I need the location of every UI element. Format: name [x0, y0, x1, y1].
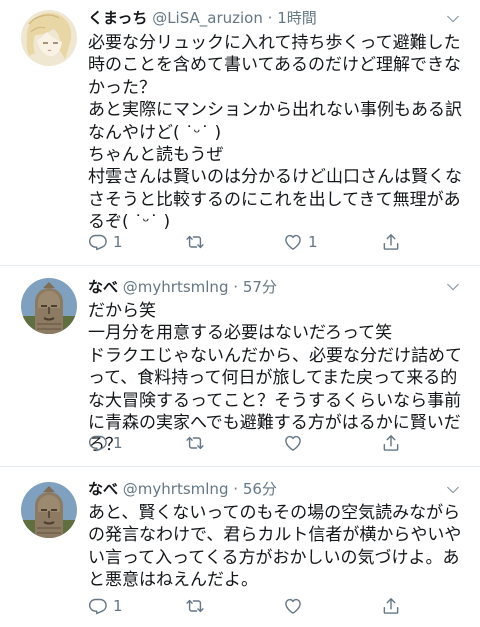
chevron-down-icon[interactable] — [444, 10, 462, 28]
like-icon — [283, 433, 303, 453]
reply-button[interactable]: 1 — [88, 229, 123, 255]
share-button[interactable] — [381, 229, 401, 255]
timestamp[interactable]: 1時間 — [277, 9, 317, 27]
tweet[interactable]: なべ @myhrtsmlng · 57分 だから笑 一月分を用意する必要はないだ… — [0, 266, 480, 467]
share-icon — [381, 433, 401, 453]
avatar[interactable] — [21, 278, 77, 334]
reply-icon — [88, 433, 108, 453]
reply-icon — [88, 596, 108, 616]
retweet-button[interactable] — [185, 593, 210, 619]
tweet[interactable]: なべ @myhrtsmlng · 56分 あと、賢くないってのもその場の空気読み… — [0, 467, 480, 627]
share-button[interactable] — [381, 430, 401, 456]
reply-button[interactable]: 1 — [88, 430, 123, 456]
retweet-icon — [185, 433, 205, 453]
reply-count: 1 — [113, 434, 123, 452]
display-name[interactable]: くまっち — [88, 9, 147, 27]
share-button[interactable] — [381, 593, 401, 619]
like-count: 1 — [308, 233, 318, 251]
retweet-icon — [185, 232, 205, 252]
avatar[interactable] — [21, 10, 77, 66]
like-button[interactable]: 1 — [283, 229, 318, 255]
tweet-header: なべ @myhrtsmlng · 56分 — [88, 478, 450, 502]
retweet-button[interactable] — [185, 229, 210, 255]
chevron-down-icon[interactable] — [444, 481, 462, 499]
tweet-actions: 1 1 — [80, 229, 460, 255]
user-handle[interactable]: @LiSA_aruzion — [152, 9, 263, 27]
user-handle[interactable]: @myhrtsmlng — [123, 278, 229, 296]
retweet-button[interactable] — [185, 430, 210, 456]
share-icon — [381, 232, 401, 252]
like-button[interactable] — [283, 593, 308, 619]
separator-dot: · — [233, 480, 239, 498]
reply-icon — [88, 232, 108, 252]
display-name[interactable]: なべ — [88, 278, 118, 296]
reply-button[interactable]: 1 — [88, 593, 123, 619]
user-handle[interactable]: @myhrtsmlng — [123, 480, 229, 498]
tweet-text: 必要な分リュックに入れて持ち歩くって避難した時のことを含めて書いてあるのだけど理… — [88, 33, 462, 233]
tweet[interactable]: くまっち @LiSA_aruzion · 1時間 必要な分リュックに入れて持ち歩… — [0, 0, 480, 266]
tweet-text: あと、賢くないってのもその場の空気読みながらの発言なわけで、君らカルト信者が横か… — [88, 503, 462, 591]
stone-face-avatar-icon — [21, 278, 77, 334]
tweet-header: くまっち @LiSA_aruzion · 1時間 — [88, 7, 450, 31]
timestamp[interactable]: 57分 — [243, 278, 277, 296]
tweet-header: なべ @myhrtsmlng · 57分 — [88, 276, 450, 300]
tweet-actions: 1 — [80, 430, 460, 456]
timestamp[interactable]: 56分 — [243, 480, 277, 498]
anime-avatar-icon — [21, 10, 77, 66]
share-icon — [381, 596, 401, 616]
retweet-icon — [185, 596, 205, 616]
avatar[interactable] — [21, 482, 77, 538]
reply-count: 1 — [113, 233, 123, 251]
display-name[interactable]: なべ — [88, 480, 118, 498]
chevron-down-icon[interactable] — [444, 278, 462, 296]
like-icon — [283, 596, 303, 616]
stone-face-avatar-icon — [21, 482, 77, 538]
tweet-actions: 1 — [80, 593, 460, 619]
separator-dot: · — [233, 278, 239, 296]
separator-dot: · — [267, 9, 273, 27]
reply-count: 1 — [113, 597, 123, 615]
like-button[interactable] — [283, 430, 308, 456]
like-icon — [283, 232, 303, 252]
